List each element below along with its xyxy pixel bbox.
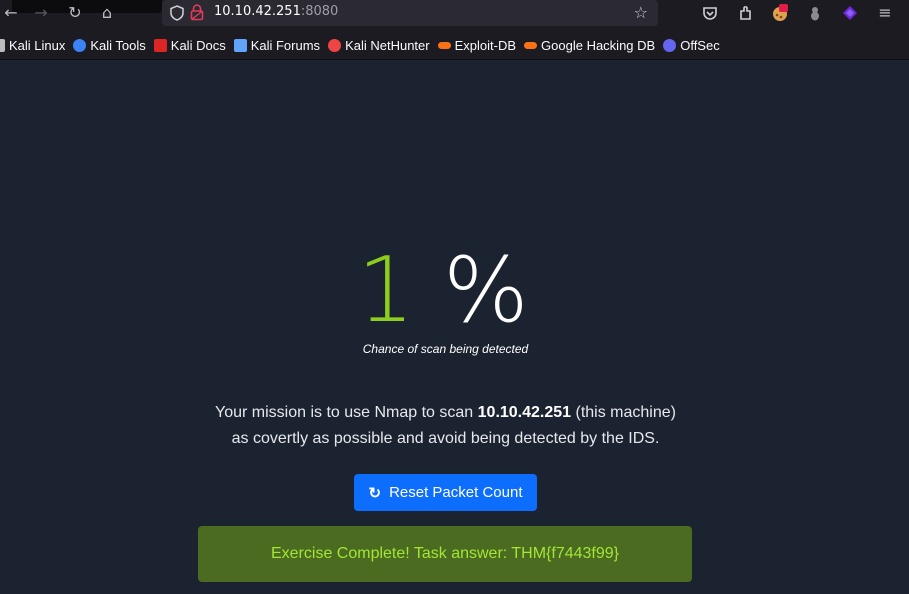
- success-alert: Exercise Complete! Task answer: THM{f744…: [198, 526, 692, 582]
- mission-text: Your mission is to use Nmap to scan 10.1…: [0, 400, 891, 452]
- bookmarks-bar: Kali Linux Kali Tools Kali Docs Kali For…: [0, 32, 909, 60]
- lock-warning-icon[interactable]: [190, 4, 204, 21]
- mission-line-1: Your mission is to use Nmap to scan 10.1…: [0, 400, 891, 426]
- kali-tools-icon: [73, 39, 87, 52]
- pocket-icon[interactable]: [700, 3, 720, 23]
- refresh-icon: ↻: [368, 484, 382, 502]
- mission-suffix: (this machine): [571, 404, 676, 421]
- url-text[interactable]: 10.10.42.251:8080: [214, 4, 338, 19]
- back-icon[interactable]: ←: [0, 2, 22, 24]
- url-port: :8080: [300, 4, 339, 19]
- kali-docs-icon: [153, 39, 167, 52]
- page-content: 1 % Chance of scan being detected Your m…: [0, 61, 909, 594]
- bookmark-label: Exploit-DB: [454, 38, 517, 53]
- forward-icon[interactable]: →: [30, 2, 52, 24]
- reload-icon[interactable]: ↻: [64, 2, 86, 24]
- kali-forums-icon: [233, 39, 247, 52]
- bookmark-label: OffSec: [680, 38, 720, 53]
- bookmark-kali-nethunter[interactable]: Kali NetHunter: [328, 38, 430, 53]
- url-host: 10.10.42.251: [214, 4, 301, 19]
- offsec-icon: [663, 39, 677, 52]
- mission-ip: 10.10.42.251: [477, 404, 572, 421]
- bookmark-kali-tools[interactable]: Kali Tools: [73, 38, 146, 53]
- bookmark-google-hacking-db[interactable]: Google Hacking DB: [524, 38, 655, 53]
- bookmark-kali-forums[interactable]: Kali Forums: [233, 38, 321, 53]
- percent-value: 1: [357, 238, 415, 343]
- extensions-icon[interactable]: [736, 3, 756, 23]
- reset-packet-count-button[interactable]: ↻ Reset Packet Count: [354, 474, 537, 511]
- mission-line-2: as covertly as possible and avoid being …: [231, 430, 660, 447]
- exploit-db-icon: [437, 42, 451, 49]
- bookmark-kali-docs[interactable]: Kali Docs: [153, 38, 226, 53]
- url-bar[interactable]: 10.10.42.251:8080 ☆: [162, 0, 658, 26]
- reset-button-label: Reset Packet Count: [389, 484, 523, 501]
- kali-icon: [0, 39, 5, 52]
- bookmark-label: Kali Forums: [250, 38, 321, 53]
- percent-sign: %: [443, 238, 529, 343]
- bug-extension-icon[interactable]: [805, 3, 825, 23]
- detection-caption: Chance of scan being detected: [362, 342, 529, 356]
- cookie-extension-icon[interactable]: [770, 3, 790, 23]
- browser-toolbar: ← → ↻ ⌂ 10.10.42.251:8080 ☆ ≡: [0, 0, 909, 28]
- bookmark-label: Google Hacking DB: [541, 38, 656, 53]
- nethunter-icon: [328, 39, 342, 52]
- alert-text: Exercise Complete! Task answer: THM{f744…: [270, 545, 620, 562]
- bookmark-offsec[interactable]: OffSec: [663, 38, 720, 53]
- detection-percentage: 1 %: [0, 241, 886, 341]
- bookmark-kali-linux[interactable]: Kali Linux: [0, 38, 65, 53]
- mission-prefix: Your mission is to use Nmap to scan: [215, 404, 478, 421]
- ghdb-icon: [524, 42, 538, 49]
- bookmark-exploit-db[interactable]: Exploit-DB: [437, 38, 517, 53]
- purple-extension-icon[interactable]: [840, 3, 860, 23]
- shield-icon[interactable]: [170, 5, 184, 21]
- bookmark-label: Kali Linux: [9, 38, 66, 53]
- home-icon[interactable]: ⌂: [96, 2, 118, 24]
- hamburger-menu-icon[interactable]: ≡: [874, 2, 896, 24]
- bookmark-label: Kali Tools: [90, 38, 146, 53]
- bookmark-star-icon[interactable]: ☆: [634, 3, 648, 22]
- bookmark-label: Kali Docs: [170, 38, 226, 53]
- bookmark-label: Kali NetHunter: [345, 38, 430, 53]
